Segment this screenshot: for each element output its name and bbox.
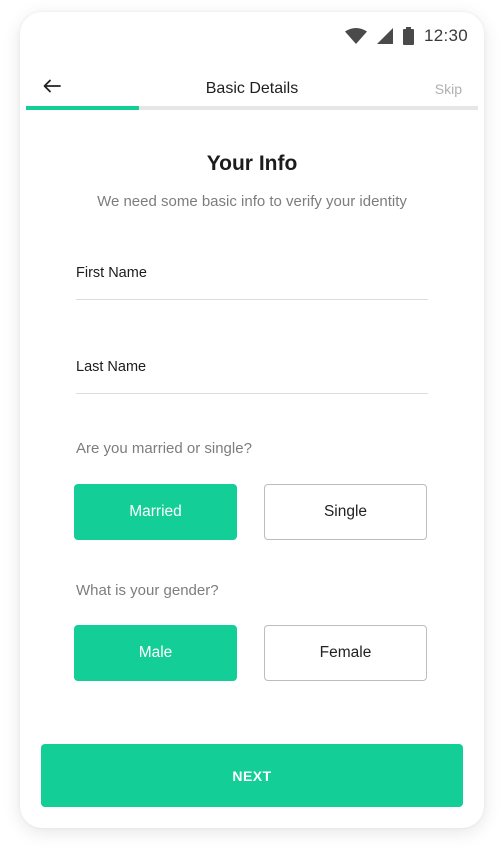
last-name-underline: [76, 393, 428, 394]
progress-bar: [26, 106, 478, 110]
marital-status-question: Are you married or single?: [76, 440, 252, 457]
skip-button[interactable]: Skip: [435, 81, 462, 97]
male-option[interactable]: Male: [74, 625, 237, 681]
status-time: 12:30: [423, 26, 468, 45]
form-heading: Your Info: [206, 152, 298, 175]
wifi-icon: [344, 28, 367, 44]
page-title: Basic Details: [205, 80, 299, 97]
gender-question: What is your gender?: [76, 582, 219, 599]
first-name-field: First Name: [76, 265, 432, 301]
last-name-input[interactable]: [76, 359, 432, 395]
female-option[interactable]: Female: [264, 625, 427, 681]
progress-bar-fill: [26, 106, 139, 110]
first-name-input[interactable]: [76, 265, 432, 301]
last-name-field: Last Name: [76, 359, 432, 395]
phone-screen: 12:30 Basic Details Skip Your Info We ne…: [20, 12, 484, 828]
form-subheading: We need some basic info to verify your i…: [97, 193, 407, 210]
status-icons: 12:30: [344, 26, 468, 46]
single-option[interactable]: Single: [264, 484, 427, 540]
next-button[interactable]: NEXT: [41, 744, 463, 807]
battery-icon: [402, 27, 414, 45]
cellular-signal-icon: [376, 28, 393, 44]
status-bar: 12:30: [20, 12, 484, 60]
married-option[interactable]: Married: [74, 484, 237, 540]
first-name-underline: [76, 299, 428, 300]
